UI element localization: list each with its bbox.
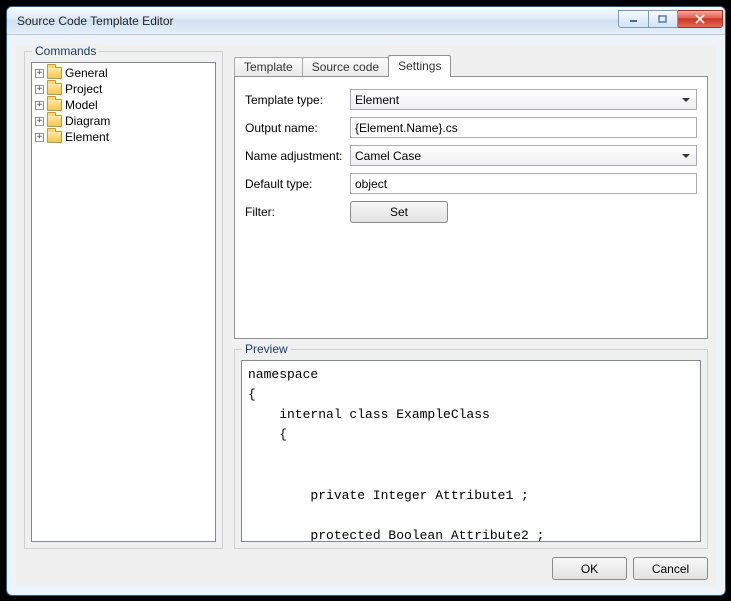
default-type-input[interactable]	[350, 173, 697, 194]
tree-item-general[interactable]: + General	[34, 65, 213, 81]
commands-tree[interactable]: + General + Project + Model + Di	[31, 62, 216, 542]
window-controls	[618, 14, 723, 28]
tree-item-model[interactable]: + Model	[34, 97, 213, 113]
name-adjustment-value: Camel Case	[355, 149, 421, 163]
ok-button[interactable]: OK	[552, 557, 627, 580]
name-adjustment-label: Name adjustment:	[245, 149, 350, 163]
tree-label: Project	[65, 82, 102, 96]
window-title: Source Code Template Editor	[17, 14, 618, 28]
folder-icon	[47, 83, 62, 95]
client-area: Commands + General + Project + Model	[16, 45, 716, 586]
preview-group: Preview namespace { internal class Examp…	[234, 349, 708, 549]
dialog-buttons: OK Cancel	[552, 557, 708, 580]
folder-icon	[47, 115, 62, 127]
tree-label: General	[65, 66, 108, 80]
default-type-label: Default type:	[245, 177, 350, 191]
close-button[interactable]	[678, 10, 723, 28]
tree-item-diagram[interactable]: + Diagram	[34, 113, 213, 129]
titlebar[interactable]: Source Code Template Editor	[7, 7, 725, 35]
tree-label: Model	[65, 98, 98, 112]
expand-icon[interactable]: +	[35, 85, 44, 94]
expand-icon[interactable]: +	[35, 117, 44, 126]
settings-panel: Template type: Element Output name: Name…	[234, 76, 708, 339]
folder-icon	[47, 131, 62, 143]
tab-strip: Template Source code Settings	[234, 57, 708, 77]
preview-text[interactable]: namespace { internal class ExampleClass …	[241, 360, 701, 542]
filter-set-button[interactable]: Set	[350, 201, 448, 223]
template-type-combo[interactable]: Element	[350, 89, 697, 110]
expand-icon[interactable]: +	[35, 101, 44, 110]
expand-icon[interactable]: +	[35, 69, 44, 78]
name-adjustment-combo[interactable]: Camel Case	[350, 145, 697, 166]
tree-label: Diagram	[65, 114, 110, 128]
folder-icon	[47, 67, 62, 79]
tree-item-element[interactable]: + Element	[34, 129, 213, 145]
output-name-label: Output name:	[245, 121, 350, 135]
maximize-button[interactable]	[648, 10, 678, 28]
output-name-input[interactable]	[350, 117, 697, 138]
expand-icon[interactable]: +	[35, 133, 44, 142]
tab-source-code[interactable]: Source code	[302, 57, 389, 77]
window: Source Code Template Editor Commands + G…	[6, 6, 726, 596]
minimize-button[interactable]	[618, 10, 648, 28]
tree-label: Element	[65, 130, 109, 144]
tree-item-project[interactable]: + Project	[34, 81, 213, 97]
template-type-value: Element	[355, 93, 399, 107]
folder-icon	[47, 99, 62, 111]
commands-group-label: Commands	[32, 44, 99, 58]
cancel-button[interactable]: Cancel	[633, 557, 708, 580]
commands-group: Commands + General + Project + Model	[24, 51, 223, 549]
tab-template[interactable]: Template	[234, 57, 303, 77]
tab-settings[interactable]: Settings	[388, 55, 451, 77]
template-type-label: Template type:	[245, 93, 350, 107]
filter-label: Filter:	[245, 205, 350, 219]
preview-group-label: Preview	[242, 342, 291, 356]
